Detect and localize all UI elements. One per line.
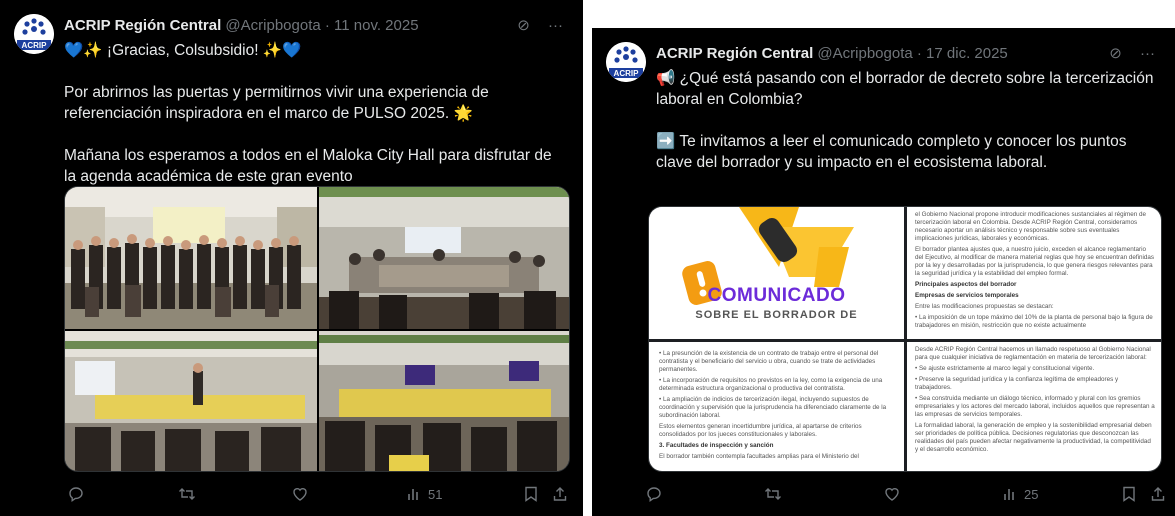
tweet-date[interactable]: · 11 nov. 2025	[325, 17, 419, 34]
doc-paragraph: • La incorporación de requisitos no prev…	[659, 377, 883, 392]
repost-button[interactable]	[764, 486, 782, 502]
document-cover[interactable]: COMUNICADO SOBRE EL BORRADOR DE	[649, 207, 904, 339]
cover-title: COMUNICADO	[707, 285, 846, 306]
account-name[interactable]: ACRIP Región Central	[656, 45, 813, 62]
doc-paragraph: el Gobierno Nacional propone introducir …	[915, 211, 1147, 242]
account-handle[interactable]: @Acripbogota	[817, 45, 912, 62]
document-grid[interactable]: COMUNICADO SOBRE EL BORRADOR DE el Gobie…	[648, 206, 1162, 472]
text-line: Por abrirnos las puertas y permitirnos v…	[64, 84, 489, 122]
doc-paragraph: • La imposición de un tope máximo del 10…	[915, 314, 1153, 329]
doc-paragraph: • La ampliación de indicios de terceriza…	[659, 396, 887, 419]
tweet-header: ACRIP Región Central @Acripbogota · 17 d…	[656, 44, 1155, 64]
like-button[interactable]	[292, 486, 308, 502]
share-button[interactable]	[1150, 486, 1166, 502]
text-line: ➡️ Te invitamos a leer el comunicado com…	[656, 133, 1127, 171]
doc-paragraph: La formalidad laboral, la generación de …	[915, 422, 1152, 453]
text-line: Mañana los esperamos a todos en el Malok…	[64, 147, 552, 185]
doc-paragraph: El borrador plantea ajustes que, a nuest…	[915, 246, 1155, 277]
tweet-actions: 51	[64, 486, 569, 506]
doc-paragraph: Entre las modificaciones propuestas se d…	[915, 303, 1054, 310]
document-page-4[interactable]: Desde ACRIP Región Central hacemos un ll…	[907, 342, 1161, 471]
grok-icon[interactable]: ⊘	[517, 17, 530, 34]
document-page-3[interactable]: • La presunción de la existencia de un c…	[649, 342, 904, 471]
bookmark-button[interactable]	[524, 486, 538, 502]
repost-icon	[765, 488, 781, 500]
avatar-caption: ACRIP	[22, 41, 48, 50]
reply-icon	[647, 487, 661, 502]
share-icon	[553, 487, 567, 501]
cover-subtitle: SOBRE EL BORRADOR DE	[695, 309, 858, 321]
views-icon	[1004, 489, 1014, 500]
doc-paragraph: • La presunción de la existencia de un c…	[659, 350, 879, 373]
account-name[interactable]: ACRIP Región Central	[64, 17, 221, 34]
document-page-2[interactable]: el Gobierno Nacional propone introducir …	[907, 207, 1161, 339]
views-button[interactable]: 25	[1002, 486, 1038, 502]
doc-paragraph: Desde ACRIP Región Central hacemos un ll…	[915, 346, 1151, 361]
tweet-card[interactable]: ACRIP ACRIP Región Central @Acripbogota …	[592, 28, 1175, 516]
bookmark-icon	[525, 486, 537, 502]
reply-button[interactable]	[646, 486, 662, 502]
doc-paragraph: El borrador también contempla facultades…	[659, 453, 859, 460]
share-button[interactable]	[552, 486, 568, 502]
doc-heading: Empresas de servicios temporales	[915, 292, 1019, 299]
grok-icon[interactable]: ⊘	[1109, 45, 1122, 62]
tweet-text: 💙✨ ¡Gracias, Colsubsidio! ✨💙 Por abrirno…	[64, 40, 567, 187]
heart-icon	[885, 488, 899, 501]
doc-heading: 3. Facultades de inspección y sanción	[659, 442, 774, 449]
more-icon[interactable]: ···	[548, 17, 563, 34]
photo-grid[interactable]	[64, 186, 570, 472]
doc-paragraph: • Preserve la seguridad jurídica y la co…	[915, 376, 1119, 391]
doc-heading: Principales aspectos del borrador	[915, 281, 1017, 288]
bookmark-button[interactable]	[1122, 486, 1136, 502]
repost-icon	[179, 488, 195, 500]
text-line: 📢 ¿Qué está pasando con el borrador de d…	[656, 70, 1154, 108]
doc-paragraph: Estos elementos generan incertidumbre ju…	[659, 423, 862, 438]
views-count: 51	[428, 486, 443, 502]
views-button[interactable]: 51	[406, 486, 442, 502]
tweet-header: ACRIP Región Central @Acripbogota · 11 n…	[64, 16, 563, 36]
doc-paragraph: • Sea construida mediante un diálogo téc…	[915, 395, 1155, 418]
views-icon	[408, 489, 418, 500]
tweet-date[interactable]: · 17 dic. 2025	[917, 45, 1008, 62]
tweet-card[interactable]: ACRIP ACRIP Región Central @Acripbogota …	[0, 0, 583, 516]
account-handle[interactable]: @Acripbogota	[225, 17, 320, 34]
heart-icon	[293, 488, 307, 501]
avatar[interactable]: ACRIP	[14, 14, 54, 54]
reply-button[interactable]	[68, 486, 84, 502]
bookmark-icon	[1123, 486, 1135, 502]
text-line: 💙✨ ¡Gracias, Colsubsidio! ✨💙	[64, 42, 302, 59]
photo-group[interactable]	[65, 187, 317, 329]
tweet-text: 📢 ¿Qué está pasando con el borrador de d…	[656, 68, 1159, 173]
share-icon	[1151, 487, 1165, 501]
doc-paragraph: • Se ajuste estrictamente al marco legal…	[915, 365, 1095, 372]
like-button[interactable]	[884, 486, 900, 502]
views-count: 25	[1024, 486, 1039, 502]
more-icon[interactable]: ···	[1140, 45, 1155, 62]
reply-icon	[69, 487, 83, 502]
tweet-actions: 25	[647, 486, 1165, 506]
avatar-caption: ACRIP	[614, 69, 640, 78]
photo-presentation[interactable]	[65, 331, 317, 471]
avatar[interactable]: ACRIP	[606, 42, 646, 82]
photo-meeting-room[interactable]	[319, 187, 569, 329]
repost-button[interactable]	[178, 486, 196, 502]
photo-auditorium[interactable]	[319, 331, 569, 471]
